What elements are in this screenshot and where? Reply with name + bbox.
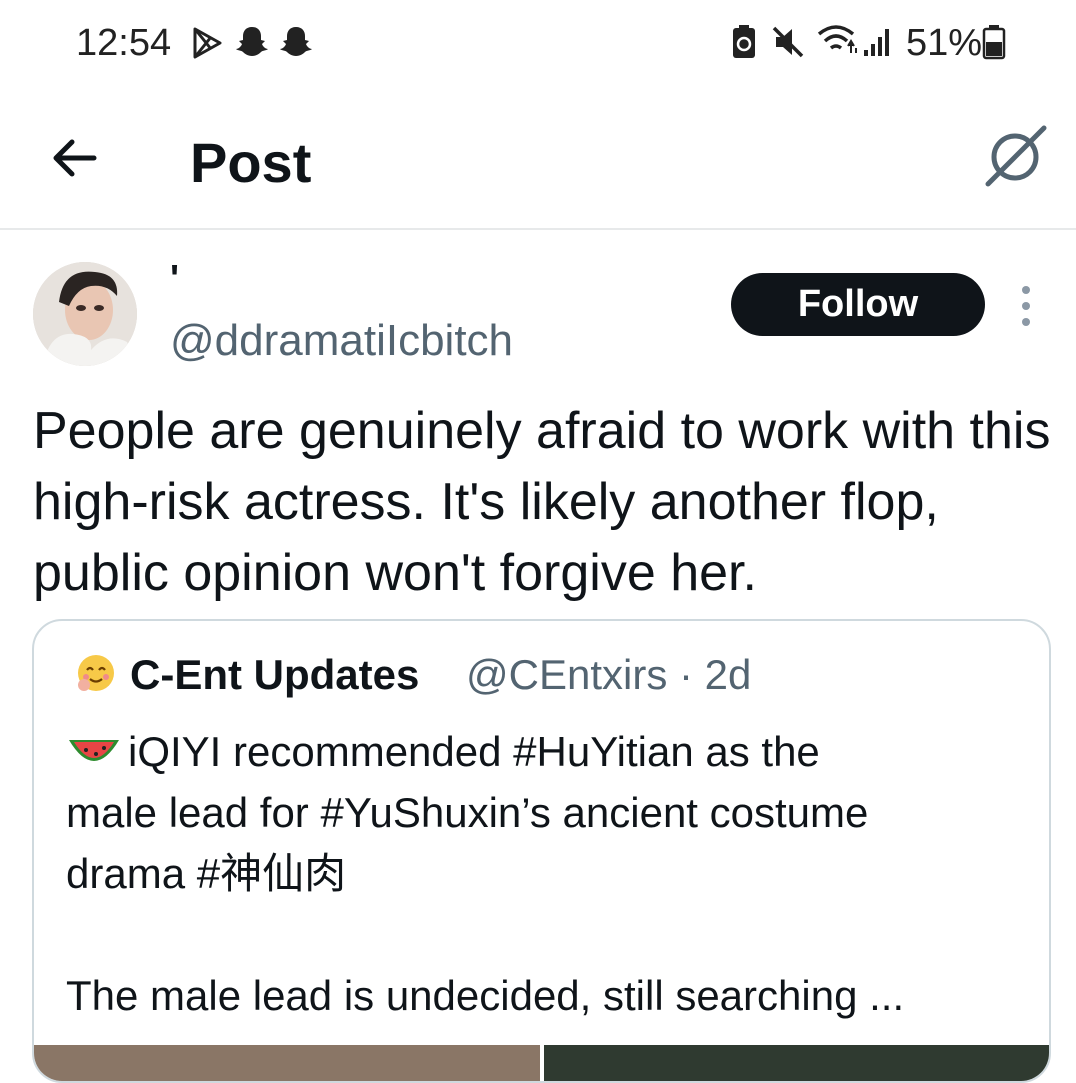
back-button[interactable] (48, 132, 104, 184)
wifi-icon (815, 22, 859, 63)
quoted-author-avatar (76, 653, 116, 693)
quoted-text-line-3: drama #神仙肉 (66, 850, 347, 897)
quoted-media-image[interactable] (544, 1045, 1049, 1081)
avatar[interactable] (33, 262, 137, 366)
grok-button[interactable] (982, 124, 1048, 190)
battery-percent: 51% (906, 22, 983, 64)
display-name[interactable]: ' (170, 258, 179, 301)
grok-icon (985, 125, 1047, 187)
quoted-post-card[interactable]: C-Ent Updates @CEntxirs · 2d iQIYI recom… (32, 619, 1051, 1083)
more-options-button[interactable] (1012, 284, 1040, 328)
post-text: People are genuinely afraid to work with… (33, 402, 1051, 602)
author-handle[interactable]: @ddramatiIcbitch (170, 316, 513, 366)
snapchat-icon (234, 24, 270, 65)
battery-saver-icon (731, 24, 757, 65)
quoted-text-line: iQIYI recommended #HuYitian as the (66, 721, 1026, 782)
quoted-media-image[interactable] (34, 1045, 540, 1081)
quoted-author-handle-time: @CEntxirs · 2d (466, 651, 752, 698)
quoted-post-text: iQIYI recommended #HuYitian as the male … (66, 721, 1026, 1026)
quoted-text-line-1: iQIYI recommended #HuYitian as the (128, 728, 820, 775)
watermelon-icon (69, 740, 119, 761)
snapchat-icon (278, 24, 314, 65)
play-store-icon (190, 26, 224, 65)
battery-icon (982, 24, 1006, 65)
arrow-left-icon (53, 139, 97, 177)
header-divider (0, 228, 1076, 230)
mute-icon (770, 24, 806, 65)
follow-button[interactable]: Follow (731, 273, 985, 336)
quoted-author-name[interactable]: C-Ent Updates (130, 651, 419, 699)
page-title: Post (190, 131, 312, 194)
quoted-text-line-2: male lead for #YuShuxin’s ancient costum… (66, 789, 869, 836)
status-time: 12:54 (76, 22, 172, 64)
quoted-text-line-5: The male lead is undecided, still search… (66, 972, 905, 1019)
signal-icon (862, 24, 894, 65)
quoted-text-blank-line (66, 904, 1026, 965)
more-vertical-icon (1022, 286, 1030, 326)
